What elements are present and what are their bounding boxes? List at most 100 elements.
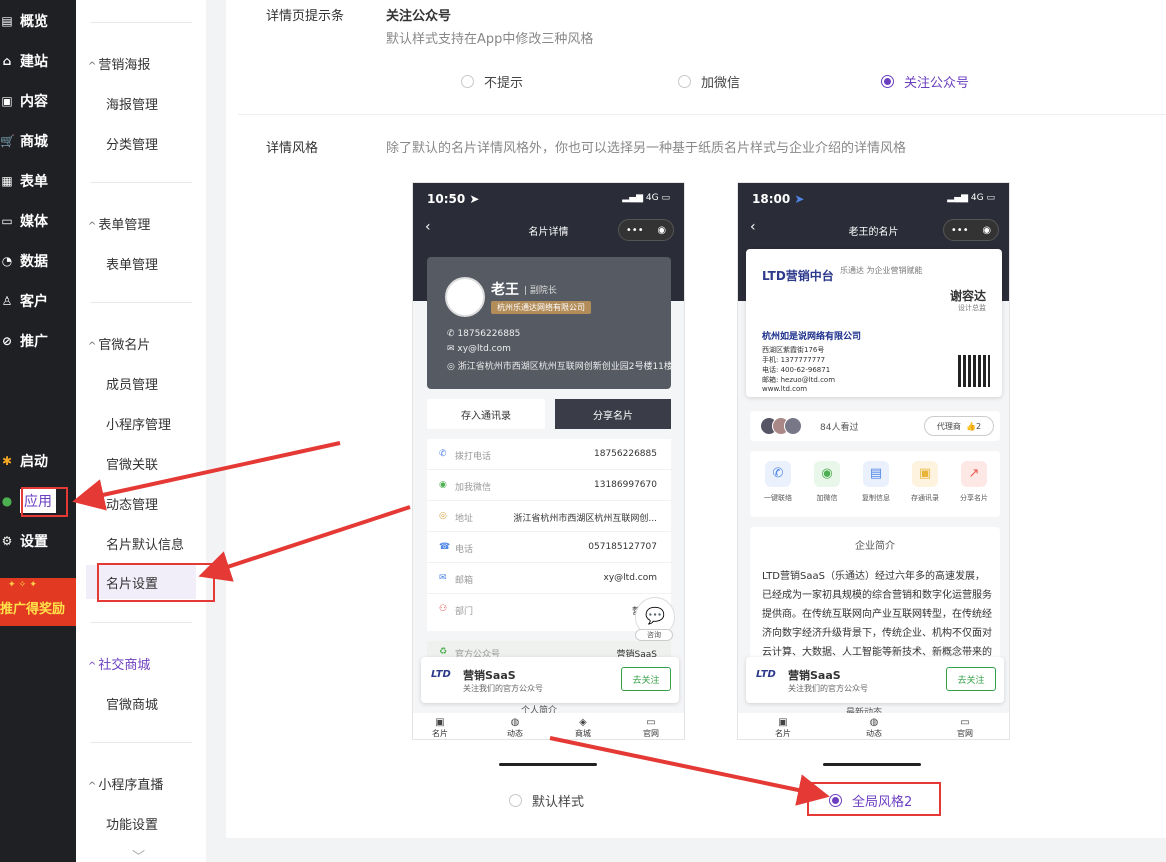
- phone-icon: ✆: [439, 449, 447, 459]
- nav-item-mall[interactable]: 🛒 商城: [0, 126, 48, 156]
- nav-item-form[interactable]: ▦ 表单: [0, 166, 48, 196]
- card-person-name: 谢容达: [949, 289, 986, 303]
- radio-no-tip[interactable]: 不提示: [461, 72, 523, 91]
- divider: [90, 302, 192, 303]
- agent-tag: 代理商 👍 2: [924, 416, 994, 436]
- chevron-up-icon: ^: [88, 341, 97, 352]
- nav-item-customer[interactable]: ♙ 客户: [0, 286, 48, 316]
- action-label: 分享名片: [960, 494, 988, 502]
- save-contact-button: 存入通讯录: [427, 399, 545, 429]
- card-company: 杭州乐通达网络有限公司: [491, 301, 591, 314]
- info-value: 浙江省杭州市西湖区杭州互联网创...: [513, 514, 657, 524]
- nav-item-overview[interactable]: ▤ 概览: [0, 6, 48, 36]
- sub-item-mall[interactable]: 官微商城: [106, 694, 158, 713]
- menu-capsule: ••• ◉: [943, 219, 999, 241]
- department-icon: ⚇: [439, 604, 448, 614]
- style-description: 除了默认的名片详情风格外，你也可以选择另一种基于纸质名片样式与企业介绍的详情风格: [386, 141, 907, 156]
- section-social-mall[interactable]: ^ 社交商城: [88, 654, 150, 673]
- sub-item-poster-manage[interactable]: 海报管理: [106, 94, 158, 113]
- sub-nav: ^ 营销海报 海报管理 分类管理 ^ 表单管理 表单管理 ^ 官微名片 成员管理 小程…: [76, 0, 206, 862]
- card-line: 电话: 400-62-96871: [762, 366, 831, 374]
- nav-item-launch[interactable]: ✱ 启动: [0, 446, 48, 476]
- media-icon: ▭: [1, 214, 13, 228]
- follow-subtitle: 关注我们的官方公众号: [463, 684, 543, 693]
- radio-follow-official[interactable]: 关注公众号: [881, 72, 969, 91]
- business-card-paper: LTD营销中台 乐通达 为企业营销赋能 谢容达 设计总监 杭州如是说网络有限公司…: [746, 249, 1002, 397]
- sub-item-live-settings[interactable]: 功能设置: [106, 814, 158, 833]
- tab-label: 官网: [957, 729, 973, 738]
- card-phone: ✆ 18756226885: [447, 329, 521, 339]
- card-person-title: 设计总监: [958, 304, 986, 312]
- nav-item-content[interactable]: ▣ 内容: [0, 86, 48, 116]
- annotation-box-apps: [21, 487, 68, 517]
- divider: [238, 114, 1166, 115]
- thumb-icon: 👍: [966, 421, 976, 431]
- nav-item-settings[interactable]: ⚙ 设置: [0, 526, 48, 556]
- section-poster[interactable]: ^ 营销海报: [88, 54, 150, 73]
- card-line: 邮箱: hezuo@ltd.com: [762, 376, 836, 384]
- radio-add-wechat[interactable]: 加微信: [678, 72, 740, 91]
- sub-item-link[interactable]: 官微关联: [106, 454, 158, 473]
- tab-label: 名片: [775, 729, 791, 738]
- record-icon: ◉: [657, 224, 667, 236]
- radio-label: 默认样式: [532, 795, 585, 810]
- chevron-down-icon[interactable]: ﹀: [132, 846, 145, 862]
- status-signal: ▂▄▆ 4G ▭: [622, 193, 670, 203]
- nav-item-data[interactable]: ◔ 数据: [0, 246, 48, 276]
- action-label: 复制信息: [862, 494, 890, 502]
- location-arrow-icon: ➤: [794, 192, 805, 206]
- sub-item-category[interactable]: 分类管理: [106, 134, 158, 153]
- home-indicator: [499, 763, 597, 766]
- action-label: 存通讯录: [911, 494, 939, 502]
- main-panel: [226, 0, 1166, 838]
- status-time: 18:00 ➤: [752, 192, 804, 206]
- main-nav: ▤ 概览 ⌂ 建站 ▣ 内容 🛒 商城 ▦ 表单 ▭ 媒体 ◔ 数据 ♙ 客户 ⊘ 推广 ✱ 启动 …: [0, 0, 76, 862]
- radio-circle-selected: [881, 75, 894, 88]
- tab-card: ▣ 名片: [420, 717, 460, 739]
- sub-item-miniprogram[interactable]: 小程序管理: [106, 414, 171, 433]
- sub-item-form-manage[interactable]: 表单管理: [106, 254, 158, 273]
- chevron-up-icon: ^: [88, 221, 97, 232]
- info-value: 13186997670: [594, 480, 657, 490]
- tab-bar: ▣ 名片 ◍ 动态 ▭ 官网: [738, 713, 1009, 739]
- status-signal: ▂▄▆ 4G ▭: [947, 193, 995, 203]
- chevron-up-icon: ^: [88, 61, 97, 72]
- section-form[interactable]: ^ 表单管理: [88, 214, 150, 233]
- sub-item-members[interactable]: 成员管理: [106, 374, 158, 393]
- ltd-logo: LTD: [756, 669, 776, 680]
- action-wechat: ◉ 加微信: [802, 461, 852, 503]
- more-icon: •••: [625, 224, 644, 236]
- card-email: ✉ xy@ltd.com: [447, 344, 511, 354]
- card-role: | 副院长: [524, 286, 557, 296]
- radio-default-style[interactable]: 默认样式: [509, 791, 584, 810]
- sub-item-default-info[interactable]: 名片默认信息: [106, 534, 184, 553]
- section-title: 表单管理: [98, 218, 151, 233]
- home-icon: ⌂: [2, 54, 12, 68]
- nav-label: 媒体: [20, 214, 48, 230]
- section-card[interactable]: ^ 官微名片: [88, 334, 150, 353]
- nav-item-media[interactable]: ▭ 媒体: [0, 206, 48, 236]
- radio-circle: [461, 75, 474, 88]
- card-icon: ▣: [435, 717, 445, 728]
- preview-default-style[interactable]: 10:50 ➤ ▂▄▆ 4G ▭ ‹ 名片详情 ••• ◉ 老王 | 副院长 杭州…: [412, 182, 685, 740]
- tab-label: 商城: [575, 729, 591, 738]
- nav-label: 商城: [20, 134, 48, 150]
- sub-item-feed[interactable]: 动态管理: [106, 494, 158, 513]
- preview-global-style-2[interactable]: 18:00 ➤ ▂▄▆ 4G ▭ ‹ 老王的名片 ••• ◉ LTD营销中台 乐通…: [737, 182, 1010, 740]
- card-company: 杭州如是说网络有限公司: [762, 332, 862, 342]
- tab-site: ▭ 官网: [631, 717, 671, 739]
- status-time: 10:50 ➤: [427, 192, 480, 206]
- radio-label: 不提示: [484, 76, 524, 91]
- nav-item-promote[interactable]: ⊘ 推广: [0, 326, 48, 356]
- recycle-icon: ♻: [439, 647, 448, 657]
- radio-circle: [509, 794, 522, 807]
- card-phone-text: 18756226885: [457, 329, 521, 339]
- tip-current-value: 关注公众号: [386, 9, 452, 24]
- section-live[interactable]: ^ 小程序直播: [88, 774, 163, 793]
- radio-label: 加微信: [701, 76, 741, 91]
- nav-item-site[interactable]: ⌂ 建站: [0, 46, 48, 76]
- tip-label: 详情页提示条: [266, 9, 345, 24]
- section-title: 社交商城: [98, 658, 151, 673]
- action-label: 加微信: [816, 494, 838, 502]
- promo-banner[interactable]: ✦ ✧ ✦ 推广得奖励: [0, 578, 76, 626]
